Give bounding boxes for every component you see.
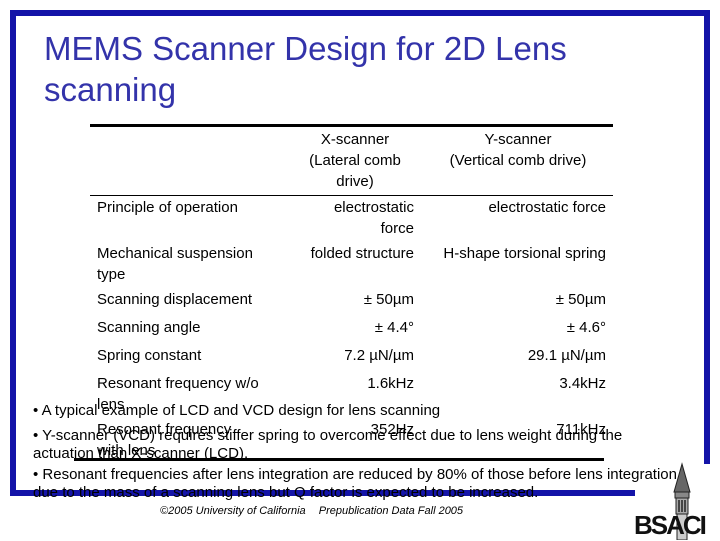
footer-copyright: ©2005 University of California	[160, 505, 306, 517]
row-y-value-resonant-without-lens: 3.4kHz	[559, 375, 606, 392]
slide-frame-right	[704, 10, 710, 464]
row-x-value-resonant-without-lens: 1.6kHz	[367, 375, 414, 392]
table-header-rule	[90, 195, 613, 196]
row-label-displacement: Scanning displacement	[97, 291, 253, 308]
slide-frame-left	[10, 10, 16, 496]
row-label-angle: Scanning angle	[97, 319, 201, 336]
row-x-value-angle: ± 4.4°	[374, 319, 414, 336]
row-x-value-suspension: folded structure	[310, 245, 414, 262]
column-header-x-scanner: X-scanner (Lateral comb drive)	[309, 131, 401, 190]
bullet-item: • A typical example of LCD and VCD desig…	[33, 402, 441, 419]
row-y-value-spring-constant: 29.1 µN/µm	[527, 347, 606, 364]
row-x-value-spring-constant: 7.2 µN/µm	[344, 347, 414, 364]
row-label-principle: Principle of operation	[97, 199, 238, 216]
row-y-value-angle: ± 4.6°	[566, 319, 606, 336]
bullet-item: • Y-scanner (VCD) requires stiffer sprin…	[33, 427, 623, 462]
slide-title: MEMS Scanner Design for 2D Lens scanning	[44, 30, 567, 108]
row-x-value-displacement: ± 50µm	[363, 291, 414, 308]
footer: ©2005 University of California Prepublic…	[160, 505, 473, 517]
row-x-value-principle: electrostatic force	[333, 199, 414, 237]
row-label-suspension: Mechanical suspension type	[97, 245, 253, 283]
row-y-value-principle: electrostatic force	[488, 199, 606, 216]
row-label-spring-constant: Spring constant	[97, 347, 202, 364]
table-top-rule	[90, 124, 613, 127]
column-header-y-scanner: Y-scanner (Vertical comb drive)	[449, 131, 587, 169]
bsaci-logo: BSACI	[634, 510, 707, 540]
row-y-value-displacement: ± 50µm	[555, 291, 606, 308]
slide-frame-top	[10, 10, 710, 16]
row-y-value-suspension: H-shape torsional spring	[443, 245, 606, 262]
footer-note: Prepublication Data Fall 2005	[318, 505, 464, 517]
bullet-item: • Resonant frequencies after lens integr…	[33, 466, 677, 501]
